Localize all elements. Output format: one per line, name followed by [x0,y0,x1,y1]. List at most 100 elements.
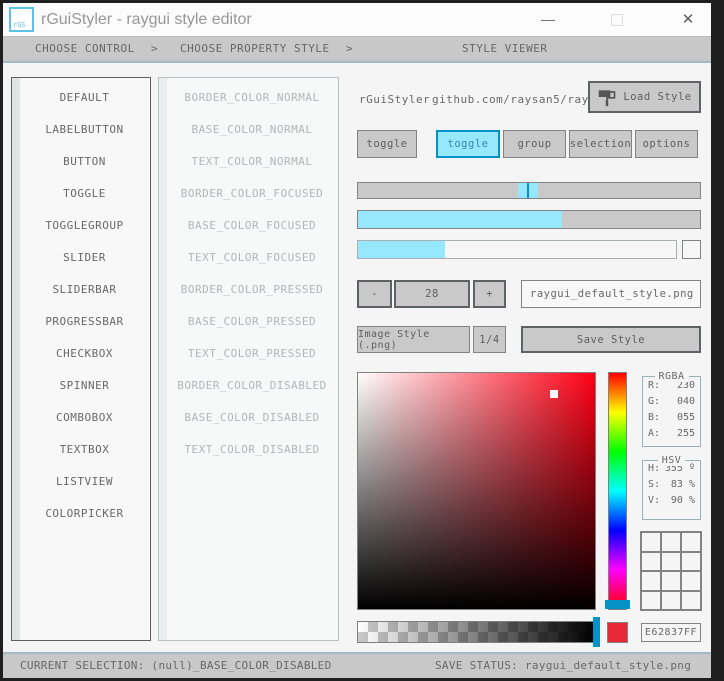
list-item-base-color-disabled[interactable]: BASE_COLOR_DISABLED [168,411,336,425]
minimize-button[interactable]: — [526,3,570,36]
rgba-b-label: B: [648,412,661,423]
image-style-button[interactable]: Image Style (.png) [357,326,470,353]
hue-bar[interactable] [605,372,630,610]
rgba-g-label: G: [648,396,661,407]
color-swatch-cell[interactable] [662,552,680,570]
rgba-row-g: G: 040 [643,394,700,409]
color-swatch-cell[interactable] [662,572,680,590]
list-item-slider[interactable]: SLIDER [21,251,148,265]
controls-list-scrollbar[interactable] [12,78,20,640]
hsv-row-v: V: 90 % [643,493,700,509]
load-style-button[interactable]: Load Style [588,81,701,113]
breadcrumb-choose-control: CHOOSE CONTROL [35,42,135,55]
toggle-button[interactable]: toggle [357,130,417,158]
list-item-base-color-focused[interactable]: BASE_COLOR_FOCUSED [168,219,336,233]
maximize-button[interactable] [595,3,639,36]
breadcrumb-choose-property-style: CHOOSE PROPERTY STYLE [180,42,330,55]
list-item-textbox[interactable]: TEXTBOX [21,443,148,457]
slider-handle-mark [527,183,529,198]
rgba-a-label: A: [648,428,661,439]
alpha-bar-handle[interactable] [593,617,600,647]
list-item-colorpicker[interactable]: COLORPICKER [21,507,148,521]
chevron-right-icon: > [151,42,159,55]
list-item-border-color-normal[interactable]: BORDER_COLOR_NORMAL [168,91,336,105]
color-saturation-value-panel[interactable] [357,372,596,610]
window-title: rGuiStyler - raygui style editor [41,11,252,28]
list-item-labelbutton[interactable]: LABELBUTTON [21,123,148,137]
color-swatch-cell[interactable] [642,552,660,570]
color-swatch-cell[interactable] [682,552,700,570]
list-item-text-color-pressed[interactable]: TEXT_COLOR_PRESSED [168,347,336,361]
hsv-title: HSV [657,455,686,466]
minimize-icon: — [541,11,555,27]
list-item-sliderbar[interactable]: SLIDERBAR [21,283,148,297]
color-swatch-cell[interactable] [662,591,680,609]
viewer-app-name: rGuiStyler [359,93,431,106]
paint-roller-icon [599,90,616,107]
color-swatch-cell[interactable] [682,591,700,609]
viewer-repo-link: github.com/raysan5/raygui [432,93,611,106]
filename-input[interactable]: raygui_default_style.png [521,280,701,308]
toggle-group-item-group[interactable]: group [503,130,566,158]
status-bar: CURRENT SELECTION: (null)_BASE_COLOR_DIS… [3,652,711,678]
toggle-group-item-selection[interactable]: selection [569,130,632,158]
properties-list-scrollbar[interactable] [159,78,167,640]
hsv-groupbox: HSV H: 355 º S: 83 % V: 90 % [642,455,701,520]
color-swatch-cell[interactable] [642,591,660,609]
color-swatch-cell[interactable] [682,572,700,590]
list-item-text-color-disabled[interactable]: TEXT_COLOR_DISABLED [168,443,336,457]
toggle-group-item-options[interactable]: options [635,130,698,158]
spinner-increment-button[interactable]: + [473,280,506,308]
current-color-swatch [607,622,628,643]
list-item-progressbar[interactable]: PROGRESSBAR [21,315,148,329]
list-item-border-color-focused[interactable]: BORDER_COLOR_FOCUSED [168,187,336,201]
breadcrumb-toolbar: CHOOSE CONTROL > CHOOSE PROPERTY STYLE >… [3,36,711,63]
hue-bar-handle[interactable] [605,600,630,609]
color-swatch-cell[interactable] [642,572,660,590]
list-item-checkbox[interactable]: CHECKBOX [21,347,148,361]
hsv-s-value: 83 % [670,479,695,490]
list-item-listview[interactable]: LISTVIEW [21,475,148,489]
list-item-base-color-pressed[interactable]: BASE_COLOR_PRESSED [168,315,336,329]
ratio-button[interactable]: 1/4 [473,326,506,353]
color-swatch-cell[interactable] [642,533,660,551]
list-item-spinner[interactable]: SPINNER [21,379,148,393]
list-item-border-color-disabled[interactable]: BORDER_COLOR_DISABLED [168,379,336,393]
color-swatch-cell[interactable] [662,533,680,551]
list-item-text-color-focused[interactable]: TEXT_COLOR_FOCUSED [168,251,336,265]
controls-listview[interactable]: DEFAULT LABELBUTTON BUTTON TOGGLE TOGGLE… [11,77,151,641]
hsv-v-label: V: [648,495,661,506]
list-item-default[interactable]: DEFAULT [21,91,148,105]
title-bar[interactable]: rGS rGuiStyler - raygui style editor — ✕ [3,3,711,36]
rgba-title: RGBA [654,371,689,382]
alpha-bar[interactable] [357,617,600,647]
list-item-togglegroup[interactable]: TOGGLEGROUP [21,219,148,233]
rgba-row-a: A: 255 [643,426,700,441]
hsv-row-s: S: 83 % [643,477,700,493]
spinner-decrement-button[interactable]: - [357,280,392,308]
list-item-base-color-normal[interactable]: BASE_COLOR_NORMAL [168,123,336,137]
save-style-button[interactable]: Save Style [521,326,701,353]
load-style-label: Load Style [623,91,692,103]
list-item-combobox[interactable]: COMBOBOX [21,411,148,425]
color-swatch-cell[interactable] [682,533,700,551]
list-item-border-color-pressed[interactable]: BORDER_COLOR_PRESSED [168,283,336,297]
list-item-button[interactable]: BUTTON [21,155,148,169]
properties-listview[interactable]: BORDER_COLOR_NORMAL BASE_COLOR_NORMAL TE… [158,77,339,641]
hsv-v-value: 90 % [670,495,695,506]
hex-color-input[interactable]: E62837FF [641,623,701,642]
close-button[interactable]: ✕ [666,3,710,36]
sliderbar-demo[interactable] [357,210,701,229]
rgba-b-value: 055 [676,412,695,423]
list-item-toggle[interactable]: TOGGLE [21,187,148,201]
spinner-value[interactable]: 28 [394,280,470,308]
sliderbar-fill [358,211,562,228]
slider-demo[interactable] [357,182,701,199]
toggle-group-item-toggle[interactable]: toggle [436,130,500,158]
progressbar-demo [357,240,677,259]
color-panel-cursor[interactable] [550,390,558,398]
maximize-icon [611,13,623,26]
slider-handle[interactable] [518,183,538,198]
list-item-text-color-normal[interactable]: TEXT_COLOR_NORMAL [168,155,336,169]
checkbox-demo[interactable] [682,240,701,259]
